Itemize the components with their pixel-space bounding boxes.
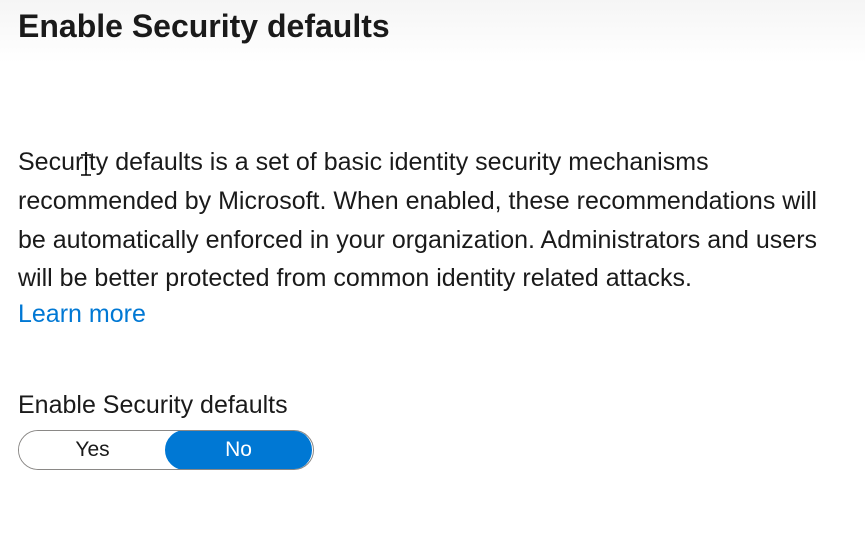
panel-content: Security defaults is a set of basic iden… <box>0 63 865 470</box>
description-text: Security defaults is a set of basic iden… <box>18 143 847 298</box>
security-defaults-toggle[interactable]: Yes No <box>18 430 314 470</box>
panel-header: Enable Security defaults <box>0 0 865 63</box>
toggle-label: Enable Security defaults <box>18 391 847 420</box>
toggle-option-yes[interactable]: Yes <box>19 431 166 469</box>
learn-more-link[interactable]: Learn more <box>18 300 146 329</box>
toggle-option-no[interactable]: No <box>165 430 312 470</box>
toggle-section: Enable Security defaults Yes No <box>18 391 847 470</box>
panel-title: Enable Security defaults <box>18 8 847 45</box>
